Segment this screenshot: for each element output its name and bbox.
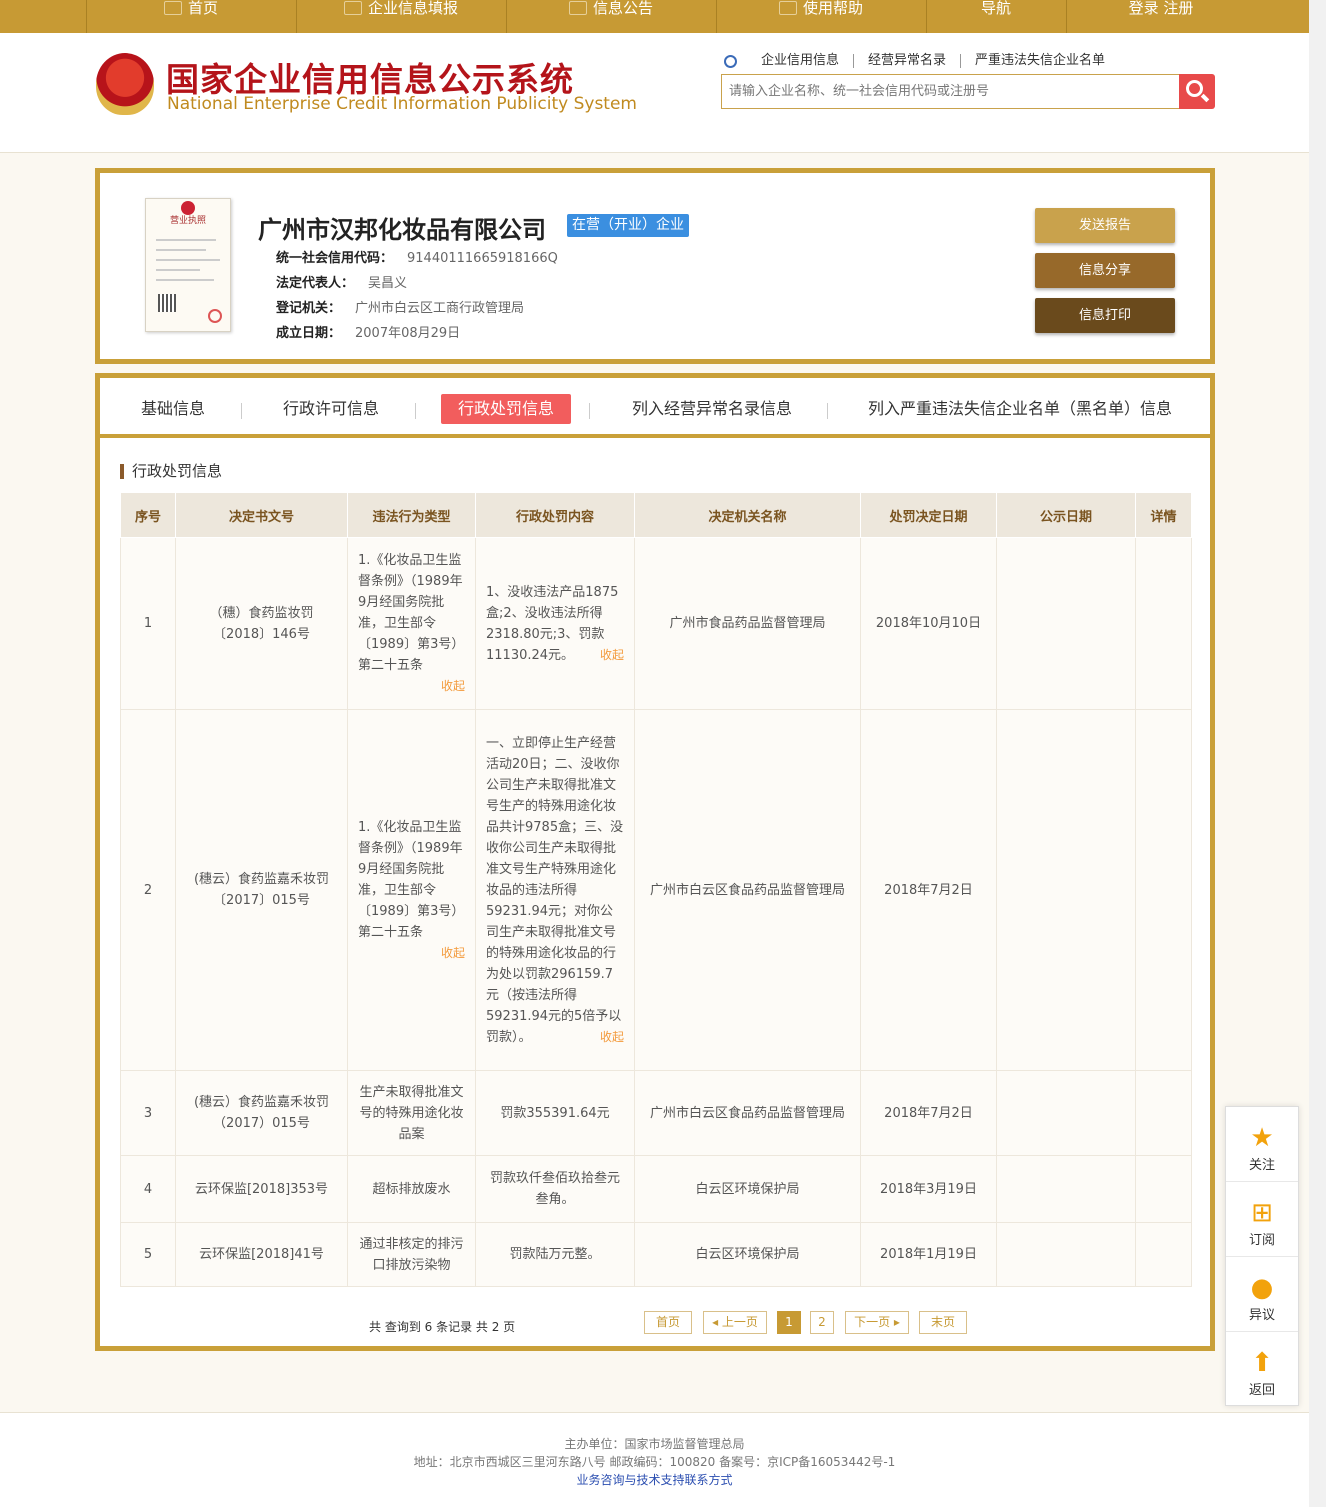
collapse-link[interactable]: 收起	[358, 943, 465, 964]
top-nav: 首页 企业信息填报 信息公告 使用帮助 导航 登录 注册	[0, 0, 1309, 33]
send-report-button[interactable]: 发送报告	[1035, 208, 1175, 243]
side-subscribe-button[interactable]: ⊞ 订阅	[1226, 1182, 1298, 1257]
table-row: 1 （穗）食药监妆罚〔2018〕146号 1.《化妆品卫生监督条例》（1989年…	[120, 537, 1192, 710]
col-doc: 决定书文号	[175, 492, 348, 538]
col-authority: 决定机关名称	[634, 492, 861, 538]
arrow-up-icon: ⬆	[1251, 1348, 1273, 1378]
speaker-icon	[778, 1, 797, 15]
collapse-link[interactable]: 收起	[358, 676, 465, 697]
nav-guide[interactable]: 导航	[926, 0, 1066, 33]
footer-host: 主办单位：国家市场监督管理总局	[564, 1437, 745, 1451]
search-input[interactable]: 请输入企业名称、统一社会信用代码或注册号	[721, 74, 1180, 109]
print-info-button[interactable]: 信息打印	[1035, 298, 1175, 333]
monitor-icon	[163, 1, 182, 15]
tab-abnormal[interactable]: 列入经营异常名录信息	[620, 394, 804, 424]
search-button[interactable]	[1179, 74, 1215, 109]
pager-summary: 共 查询到 6 条记录 共 2 页	[369, 1320, 516, 1334]
table-row: 5 云环保监[2018]41号 通过非核定的排污口排放污染物 罚款陆万元整。 白…	[120, 1222, 1192, 1287]
national-emblem-logo	[96, 53, 154, 115]
qr-code-icon	[158, 294, 176, 312]
tab-license[interactable]: 行政许可信息	[270, 394, 392, 424]
pen-icon	[343, 1, 362, 15]
pager-page-1[interactable]: 1	[777, 1311, 801, 1334]
collapse-link[interactable]: 收起	[600, 645, 624, 666]
col-detail: 详情	[1135, 492, 1192, 538]
pager-first[interactable]: 首页	[644, 1311, 692, 1334]
table-row: 3 (穗云）食药监嘉禾妆罚（2017）015号 生产未取得批准文号的特殊用途化妆…	[120, 1070, 1192, 1156]
nav-enterprise-report[interactable]: 企业信息填报	[296, 0, 506, 33]
penalty-table: 序号 决定书文号 违法行为类型 行政处罚内容 决定机关名称 处罚决定日期 公示日…	[120, 492, 1192, 1287]
search-icon	[1186, 80, 1203, 97]
main-panel: 基础信息 行政许可信息 行政处罚信息 列入经营异常名录信息 列入严重违法失信企业…	[95, 373, 1215, 1351]
site-subtitle: National Enterprise Credit Information P…	[167, 94, 637, 114]
side-toolbar: ★ 关注 ⊞ 订阅 ● 异议 ⬆ 返回	[1225, 1106, 1299, 1406]
scrollbar[interactable]	[1309, 0, 1326, 1507]
col-date: 处罚决定日期	[860, 492, 997, 538]
founded-date-row: 成立日期： 2007年08月29日	[276, 326, 461, 341]
add-square-icon: ⊞	[1251, 1198, 1273, 1228]
search-link-abnormal[interactable]: 经营异常名录	[854, 54, 962, 68]
pager-next[interactable]: 下一页 ▸	[845, 1311, 909, 1334]
company-name: 广州市汉邦化妆品有限公司	[258, 216, 546, 244]
star-icon: ★	[1250, 1123, 1274, 1153]
tab-penalty[interactable]: 行政处罚信息	[441, 394, 571, 424]
pager-prev[interactable]: ◂ 上一页	[703, 1311, 767, 1334]
search-icon	[724, 55, 737, 68]
col-content: 行政处罚内容	[475, 492, 635, 538]
legal-rep-row: 法定代表人： 吴昌义	[276, 276, 408, 291]
side-back-to-top-button[interactable]: ⬆ 返回	[1226, 1332, 1298, 1407]
search-type-links: 企业信用信息 经营异常名录 严重违法失信企业名单	[724, 54, 1119, 68]
table-row: 4 云环保监[2018]353号 超标排放废水 罚款玖仟叁佰玖拾叁元叁角。 白云…	[120, 1155, 1192, 1223]
info-tabs: 基础信息 行政许可信息 行政处罚信息 列入经营异常名录信息 列入严重违法失信企业…	[100, 378, 1210, 438]
table-row: 2 (穗云）食药监嘉禾妆罚〔2017〕015号 1.《化妆品卫生监督条例》（19…	[120, 709, 1192, 1071]
nav-login-register[interactable]: 登录 注册	[1066, 0, 1256, 33]
side-follow-button[interactable]: ★ 关注	[1226, 1107, 1298, 1182]
search-link-credit[interactable]: 企业信用信息	[747, 54, 855, 68]
footer-address: 地址：北京市西城区三里河东路八号 邮政编码：100820 备案号：京ICP备16…	[413, 1455, 896, 1469]
table-header-row: 序号 决定书文号 违法行为类型 行政处罚内容 决定机关名称 处罚决定日期 公示日…	[120, 492, 1192, 538]
share-info-button[interactable]: 信息分享	[1035, 253, 1175, 288]
nav-announcement[interactable]: 信息公告	[506, 0, 716, 33]
business-license-image[interactable]: 营业执照	[145, 198, 231, 332]
chat-bubble-icon: ●	[1250, 1273, 1274, 1303]
status-badge: 在营（开业）企业	[567, 214, 689, 237]
col-no: 序号	[120, 492, 176, 538]
search-link-blacklist[interactable]: 严重违法失信企业名单	[961, 54, 1119, 68]
stamp-icon	[208, 309, 222, 323]
collapse-link[interactable]: 收起	[600, 1027, 624, 1048]
company-card: 营业执照 广州市汉邦化妆品有限公司 在营（开业）企业 统一社会信用代码： 9144…	[95, 168, 1215, 364]
site-header: 国家企业信用信息公示系统 National Enterprise Credit …	[0, 33, 1309, 153]
footer-contact-link[interactable]: 业务咨询与技术支持联系方式	[0, 1471, 1309, 1488]
site-footer: 主办单位：国家市场监督管理总局 地址：北京市西城区三里河东路八号 邮政编码：10…	[0, 1412, 1309, 1507]
nav-help[interactable]: 使用帮助	[716, 0, 926, 33]
nav-home[interactable]: 首页	[86, 0, 296, 33]
caret-left-icon: ◂	[712, 1315, 722, 1329]
col-publish: 公示日期	[996, 492, 1136, 538]
pager-page-2[interactable]: 2	[810, 1311, 834, 1334]
tab-basic[interactable]: 基础信息	[120, 394, 226, 424]
credit-code-row: 统一社会信用代码： 91440111665918166Q	[276, 251, 558, 266]
caret-right-icon: ▸	[890, 1315, 900, 1329]
section-title: 行政处罚信息	[120, 464, 222, 479]
side-objection-button[interactable]: ● 异议	[1226, 1257, 1298, 1332]
col-type: 违法行为类型	[347, 492, 476, 538]
reg-authority-row: 登记机关： 广州市白云区工商行政管理局	[276, 301, 525, 316]
document-icon	[568, 1, 587, 15]
tab-blacklist[interactable]: 列入严重违法失信企业名单（黑名单）信息	[860, 394, 1180, 424]
pager-last[interactable]: 末页	[919, 1311, 967, 1334]
